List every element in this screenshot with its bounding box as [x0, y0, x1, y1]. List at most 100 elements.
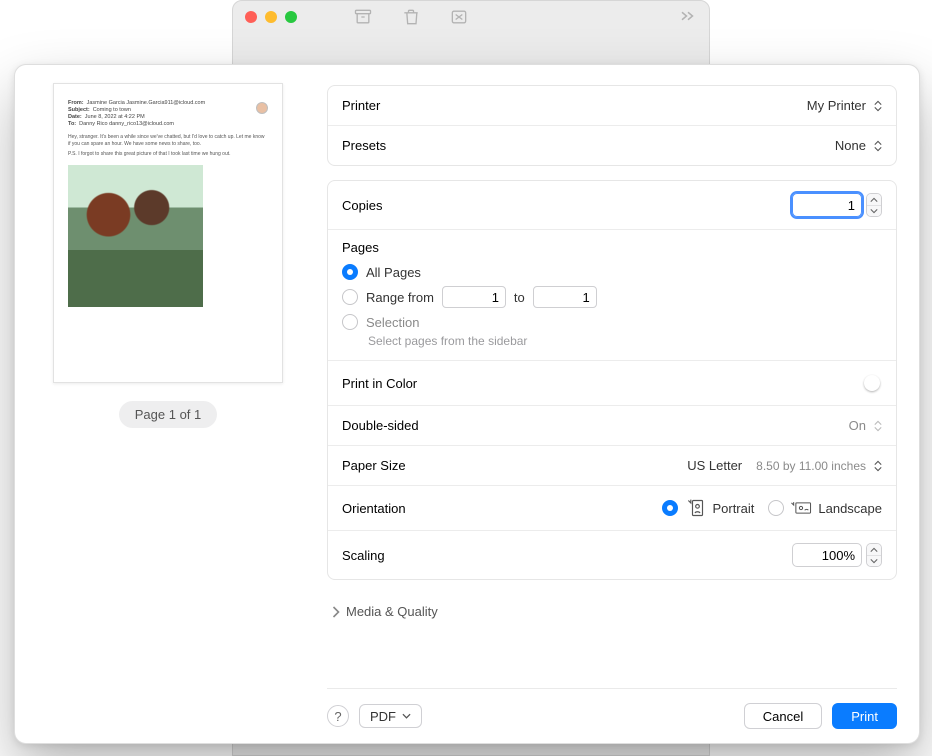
body-line-1: Hey, stranger. It's been a while since w… [68, 134, 268, 148]
scaling-label: Scaling [342, 548, 385, 563]
print-button[interactable]: Print [832, 703, 897, 729]
printer-row: Printer My Printer [328, 86, 896, 125]
copies-stepper [792, 193, 882, 217]
orientation-portrait-label: Portrait [712, 501, 754, 516]
parent-titlebar [233, 1, 709, 33]
printer-select[interactable]: My Printer [807, 98, 882, 113]
paper-size-dimensions: 8.50 by 11.00 inches [756, 459, 866, 473]
print-color-label: Print in Color [342, 376, 417, 391]
stepper-btns [866, 193, 882, 217]
print-color-row: Print in Color [328, 360, 896, 405]
pages-selection-label: Selection [366, 315, 419, 330]
step-down-button[interactable] [867, 205, 881, 216]
step-up-button[interactable] [867, 194, 881, 205]
preview-email-body: Hey, stranger. It's been a while since w… [68, 134, 268, 157]
to-value: Danny Rico danny_rico13@icloud.com [79, 121, 174, 127]
date-label: Date: [68, 114, 82, 120]
preview-email-image [68, 165, 203, 307]
scaling-row: Scaling [328, 530, 896, 579]
scaling-stepper [792, 543, 882, 567]
print-dialog: From:Jasmine Garcia Jasmine.Garcia911@ic… [14, 64, 920, 744]
paper-size-select[interactable]: US Letter 8.50 by 11.00 inches [687, 458, 882, 473]
chevron-down-icon [402, 713, 411, 719]
copies-label: Copies [342, 198, 382, 213]
pages-range-label: Range from [366, 290, 434, 305]
presets-value: None [835, 138, 866, 153]
from-value: Jasmine Garcia Jasmine.Garcia911@icloud.… [87, 100, 206, 106]
avatar [256, 102, 268, 114]
orientation-row: Orientation Portrait [328, 485, 896, 530]
scaling-input[interactable] [792, 543, 862, 567]
dialog-footer: ? PDF Cancel Print [327, 688, 897, 729]
double-sided-select[interactable]: On [849, 418, 882, 433]
orientation-landscape-item: Landscape [768, 498, 882, 518]
up-down-arrows-icon [874, 100, 882, 112]
minimize-window-button[interactable] [265, 11, 277, 23]
preview-panel: From:Jasmine Garcia Jasmine.Garcia911@ic… [15, 65, 321, 743]
toolbar-overflow-icon [679, 9, 697, 26]
pages-all-row: All Pages [342, 261, 882, 283]
pdf-menu-button[interactable]: PDF [359, 704, 422, 728]
up-down-arrows-icon [874, 460, 882, 472]
pages-range-radio[interactable] [342, 289, 358, 305]
printer-card: Printer My Printer Presets None [327, 85, 897, 166]
copies-input[interactable] [792, 193, 862, 217]
settings-panel: Printer My Printer Presets None [321, 65, 919, 743]
to-label: To: [68, 121, 76, 127]
media-quality-disclosure[interactable]: Media & Quality [327, 594, 897, 623]
presets-label: Presets [342, 138, 386, 153]
presets-select[interactable]: None [835, 138, 882, 153]
orientation-label: Orientation [342, 501, 406, 516]
help-button[interactable]: ? [327, 705, 349, 727]
orientation-group: Portrait Landscape [662, 498, 882, 518]
paper-size-value: US Letter [687, 458, 742, 473]
from-label: From: [68, 100, 84, 106]
range-from-input[interactable] [442, 286, 506, 308]
print-color-toggle[interactable] [848, 373, 882, 393]
pages-all-radio[interactable] [342, 264, 358, 280]
pages-selection-hint: Select pages from the sidebar [368, 334, 882, 348]
landscape-icon [790, 498, 812, 518]
orientation-portrait-item: Portrait [662, 498, 754, 518]
junk-icon [449, 7, 469, 27]
double-sided-label: Double-sided [342, 418, 419, 433]
page-indicator: Page 1 of 1 [119, 401, 218, 428]
close-window-button[interactable] [245, 11, 257, 23]
cancel-button[interactable]: Cancel [744, 703, 822, 729]
pages-all-label: All Pages [366, 265, 421, 280]
maximize-window-button[interactable] [285, 11, 297, 23]
subject-value: Coming to town [93, 107, 131, 113]
pages-range-row: Range from to [342, 283, 882, 311]
pages-title: Pages [342, 240, 882, 255]
trash-icon [401, 7, 421, 27]
paper-size-label: Paper Size [342, 458, 406, 473]
portrait-icon [684, 498, 706, 518]
chevron-right-icon [331, 606, 340, 618]
pages-selection-radio[interactable] [342, 314, 358, 330]
help-icon: ? [334, 709, 341, 724]
range-to-input[interactable] [533, 286, 597, 308]
pages-selection-row: Selection [342, 311, 882, 333]
step-down-button[interactable] [867, 555, 881, 566]
presets-row: Presets None [328, 125, 896, 165]
step-up-button[interactable] [867, 544, 881, 555]
date-value: June 8, 2022 at 4:22 PM [85, 114, 145, 120]
range-to-label: to [514, 290, 525, 305]
pages-block: Pages All Pages Range from to Selection … [328, 229, 896, 360]
copies-row: Copies [328, 181, 896, 229]
orientation-portrait-radio[interactable] [662, 500, 678, 516]
orientation-landscape-label: Landscape [818, 501, 882, 516]
media-quality-label: Media & Quality [346, 604, 438, 619]
subject-label: Subject: [68, 107, 90, 113]
up-down-arrows-icon [874, 420, 882, 432]
paper-size-row: Paper Size US Letter 8.50 by 11.00 inche… [328, 445, 896, 485]
stepper-btns [866, 543, 882, 567]
double-sided-row: Double-sided On [328, 405, 896, 445]
orientation-landscape-radio[interactable] [768, 500, 784, 516]
parent-toolbar [353, 7, 469, 27]
archive-icon [353, 7, 373, 27]
preview-email-header: From:Jasmine Garcia Jasmine.Garcia911@ic… [68, 100, 268, 128]
up-down-arrows-icon [874, 140, 882, 152]
pdf-label: PDF [370, 709, 396, 724]
printer-value: My Printer [807, 98, 866, 113]
